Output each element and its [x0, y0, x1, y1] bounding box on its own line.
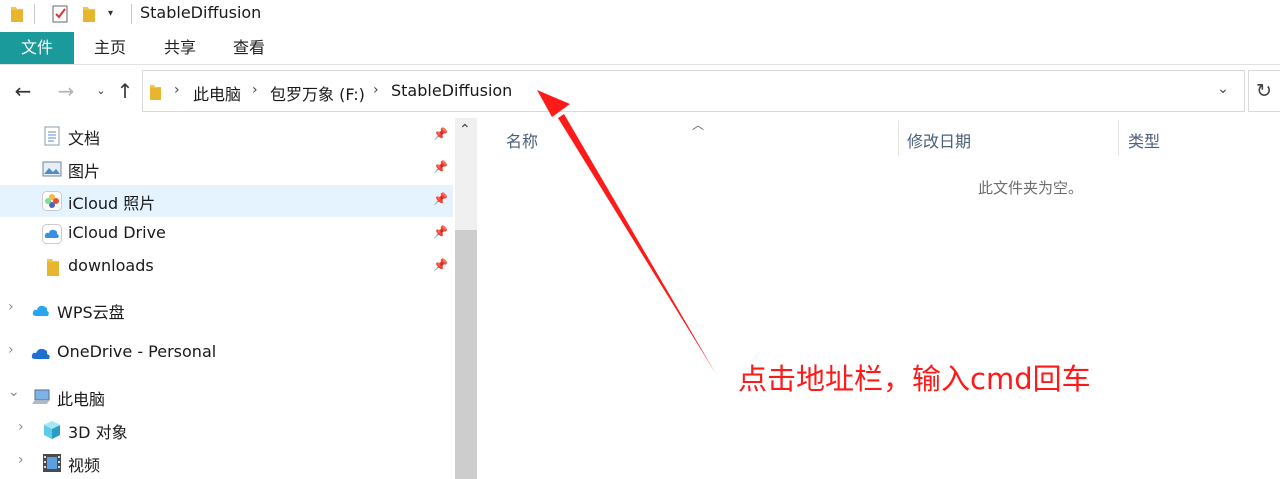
folder-icon: [150, 85, 161, 100]
tab-file[interactable]: 文件: [0, 32, 74, 64]
chevron-right-icon[interactable]: ›: [8, 299, 14, 315]
column-divider[interactable]: [1118, 120, 1119, 156]
nav-item-documents[interactable]: 文档 📌: [0, 120, 453, 152]
chevron-down-icon[interactable]: ⌄: [8, 384, 20, 400]
tab-home[interactable]: 主页: [84, 32, 136, 64]
pin-icon[interactable]: 📌: [433, 192, 449, 208]
nav-item-label: 图片: [68, 162, 101, 181]
address-dropdown-icon[interactable]: ⌄: [1214, 81, 1232, 101]
nav-item-icloud-drive[interactable]: iCloud Drive 📌: [0, 218, 453, 250]
pictures-icon: [42, 161, 62, 177]
pin-icon[interactable]: 📌: [433, 258, 449, 274]
title-separator: [131, 4, 132, 24]
sidebar-scrollbar[interactable]: ⌃: [455, 118, 477, 479]
ribbon-tabs: 文件 主页 共享 查看: [0, 32, 1280, 65]
document-icon: [44, 126, 60, 146]
nav-item-label: 3D 对象: [68, 423, 128, 442]
chevron-right-icon[interactable]: ›: [18, 452, 24, 468]
nav-item-3d-objects[interactable]: › 3D 对象: [0, 414, 453, 446]
nav-item-downloads[interactable]: downloads 📌: [0, 251, 453, 283]
chevron-right-icon[interactable]: ›: [8, 342, 14, 358]
title-bar: ▾ StableDiffusion: [0, 0, 1280, 30]
3d-objects-icon: [44, 421, 60, 439]
up-arrow-icon[interactable]: ↑: [114, 80, 136, 102]
icloud-photos-icon: [42, 191, 62, 211]
folder-icon: [47, 259, 59, 276]
pin-icon[interactable]: 📌: [433, 225, 449, 241]
nav-item-this-pc[interactable]: ⌄ 此电脑: [0, 381, 453, 413]
onedrive-icon: [31, 348, 50, 359]
chevron-right-icon[interactable]: ›: [252, 82, 258, 98]
refresh-button[interactable]: ↻: [1248, 70, 1280, 112]
tab-view[interactable]: 查看: [223, 32, 275, 64]
nav-item-pictures[interactable]: 图片 📌: [0, 153, 453, 185]
file-list-pane[interactable]: ︿ 名称 修改日期 类型 此文件夹为空。: [480, 118, 1280, 479]
scrollbar-thumb[interactable]: [455, 230, 477, 479]
column-header-date-modified[interactable]: 修改日期: [907, 128, 971, 152]
nav-item-label: WPS云盘: [57, 303, 125, 322]
sort-ascending-icon: ︿: [692, 118, 705, 132]
nav-item-label: OneDrive - Personal: [57, 342, 217, 361]
nav-item-wps-cloud[interactable]: › WPS云盘: [0, 294, 453, 326]
wps-cloud-icon: [32, 305, 49, 316]
navigation-pane: 文档 📌 图片 📌 iCloud 照片 📌 iCloud Drive 📌 dow…: [0, 118, 455, 479]
nav-item-label: iCloud Drive: [68, 223, 166, 242]
nav-item-label: downloads: [68, 256, 154, 275]
column-divider[interactable]: [898, 120, 899, 156]
chevron-right-icon[interactable]: ›: [373, 82, 379, 98]
empty-folder-message: 此文件夹为空。: [978, 179, 1084, 197]
back-arrow-icon[interactable]: ←: [12, 80, 34, 102]
new-folder-icon[interactable]: [82, 5, 96, 23]
address-bar[interactable]: › 此电脑 › 包罗万象 (F:) › StableDiffusion ⌄: [142, 70, 1245, 112]
nav-item-onedrive[interactable]: › OneDrive - Personal: [0, 337, 453, 369]
pin-icon[interactable]: 📌: [433, 127, 449, 143]
properties-icon[interactable]: [51, 4, 69, 24]
chevron-right-icon[interactable]: ›: [174, 82, 180, 98]
breadcrumb-this-pc[interactable]: 此电脑: [193, 81, 241, 105]
nav-item-label: 文档: [68, 129, 101, 148]
column-header-type[interactable]: 类型: [1128, 128, 1160, 152]
window-title: StableDiffusion: [140, 3, 262, 22]
nav-item-label: 此电脑: [57, 390, 106, 409]
nav-item-icloud-photos[interactable]: iCloud 照片 📌: [0, 185, 453, 217]
videos-icon: [43, 454, 61, 472]
column-header-name[interactable]: 名称: [506, 128, 538, 152]
nav-item-label: iCloud 照片: [68, 194, 156, 213]
forward-arrow-icon[interactable]: →: [55, 80, 77, 102]
nav-item-label: 视频: [68, 456, 101, 475]
this-pc-icon: [32, 389, 50, 404]
annotation-text: 点击地址栏，输入cmd回车: [738, 362, 1091, 396]
refresh-icon: ↻: [1256, 80, 1272, 102]
quick-access-separator: [34, 4, 35, 24]
breadcrumb-stablediffusion[interactable]: StableDiffusion: [391, 81, 512, 100]
icloud-drive-icon: [42, 224, 62, 244]
navigation-bar: ← → ⌄ ↑ › 此电脑 › 包罗万象 (F:) › StableDiffus…: [0, 66, 1280, 116]
chevron-up-icon[interactable]: ⌃: [459, 122, 471, 138]
pin-icon[interactable]: 📌: [433, 160, 449, 176]
breadcrumb-drive-f[interactable]: 包罗万象 (F:): [270, 81, 365, 105]
tab-share[interactable]: 共享: [154, 32, 206, 64]
chevron-right-icon[interactable]: ›: [18, 419, 24, 435]
folder-icon: [11, 7, 23, 22]
nav-item-videos[interactable]: › 视频: [0, 447, 453, 479]
customize-quick-access-icon[interactable]: ▾: [108, 8, 120, 22]
recent-locations-chevron-icon[interactable]: ⌄: [90, 80, 112, 102]
